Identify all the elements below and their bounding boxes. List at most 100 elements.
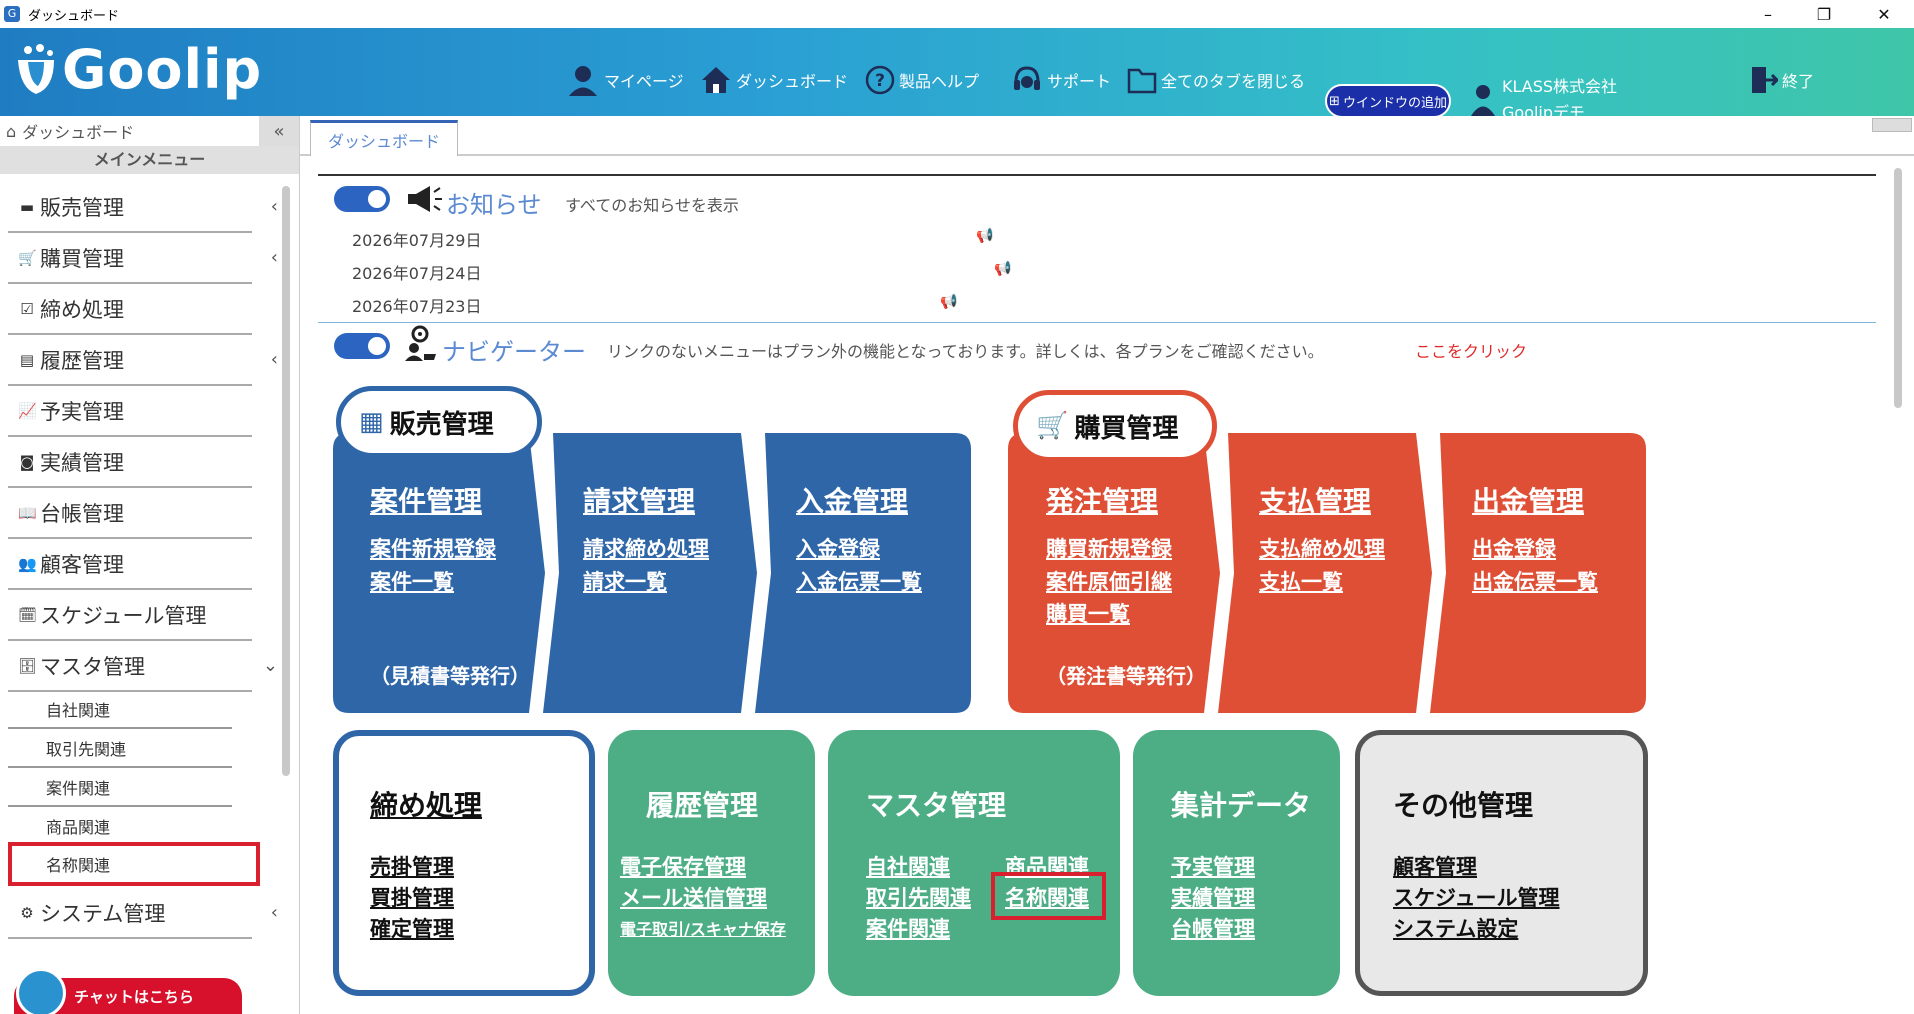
closing-title-link[interactable]: 締め処理 (370, 784, 482, 824)
sidebar-item-master[interactable]: 🗄 マスタ管理 ⌄ (8, 641, 278, 692)
mypage-link[interactable]: マイページ (566, 63, 684, 97)
notice-all-link[interactable]: すべてのお知らせを表示 (565, 192, 739, 216)
sidebar-item-schedule[interactable]: 🗓 スケジュール管理 (8, 590, 252, 641)
project-list-link[interactable]: 案件一覧 (370, 566, 454, 596)
billing-list-link[interactable]: 請求一覧 (583, 566, 667, 596)
billing-closing-link[interactable]: 請求締め処理 (583, 533, 709, 563)
goolip-logo[interactable]: Goolip (14, 38, 262, 101)
order-mgmt-link[interactable]: 発注管理 (1046, 480, 1158, 520)
sidebar-item-label: 購買管理 (40, 246, 124, 271)
notice-date[interactable]: 2026年07月24日 (352, 260, 481, 284)
billing-mgmt-link[interactable]: 請求管理 (583, 480, 695, 520)
mail-send-link[interactable]: メール送信管理 (620, 882, 767, 912)
sidebar-sub-company[interactable]: 自社関連 (8, 691, 232, 729)
notice-toggle[interactable] (334, 186, 390, 212)
master-projects-link[interactable]: 案件関連 (866, 913, 950, 943)
plan-info-link[interactable]: ここをクリック (1415, 338, 1527, 362)
navigator-toggle[interactable] (334, 333, 390, 359)
notice-title: お知らせ (446, 191, 542, 219)
payment-closing-link[interactable]: 支払締め処理 (1259, 533, 1385, 563)
master-partners-link[interactable]: 取引先関連 (866, 882, 971, 912)
history-title: 履歴管理 (646, 789, 759, 822)
e-storage-link[interactable]: 電子保存管理 (620, 851, 746, 881)
ledger-link[interactable]: 台帳管理 (1171, 913, 1255, 943)
sidebar-item-customers[interactable]: 👥 顧客管理 (8, 539, 252, 590)
tab-dashboard[interactable]: ダッシュボード (310, 120, 458, 156)
sidebar-item-label: 顧客管理 (40, 552, 124, 577)
exit-button[interactable]: 終了 (1750, 65, 1814, 95)
payment-list-link[interactable]: 支払一覧 (1259, 566, 1343, 596)
panel-minimize-button[interactable] (1872, 118, 1912, 132)
purchase-list-link[interactable]: 購買一覧 (1046, 598, 1130, 628)
sidebar-item-budget[interactable]: 📈 予実管理 (8, 386, 252, 437)
disbursement-mgmt-link[interactable]: 出金管理 (1472, 480, 1584, 520)
gear-icon: ⚙ (20, 903, 34, 922)
sidebar-item-purchase[interactable]: 🛒 購買管理 ‹ (8, 233, 278, 284)
window-title: ダッシュボード (28, 8, 120, 24)
budget-link[interactable]: 予実管理 (1171, 851, 1255, 881)
purchase-badge-label: 購買管理 (1074, 413, 1179, 444)
disbursement-entry-link[interactable]: 出金登録 (1472, 533, 1556, 563)
sidebar-item-system[interactable]: ⚙ システム管理 ‹ (8, 888, 278, 939)
new-purchase-link[interactable]: 購買新規登録 (1046, 533, 1172, 563)
sidebar-collapse-button[interactable]: « (259, 116, 299, 146)
content-scrollbar[interactable] (1894, 168, 1902, 408)
disbursement-slip-list-link[interactable]: 出金伝票一覧 (1472, 566, 1598, 596)
chart-icon: 📈 (18, 401, 37, 420)
receipt-slip-list-link[interactable]: 入金伝票一覧 (796, 566, 922, 596)
dashboard-link[interactable]: ダッシュボード (700, 65, 848, 95)
sidebar-item-results[interactable]: ◙ 実績管理 (8, 437, 252, 488)
calendar-icon: 🗓 (18, 605, 38, 624)
confirm-mgmt-link[interactable]: 確定管理 (370, 913, 454, 943)
sidebar-item-label: システム管理 (40, 901, 166, 926)
payables-link[interactable]: 買掛管理 (370, 882, 454, 912)
close-window-button[interactable]: ✕ (1856, 0, 1912, 28)
results-link[interactable]: 実績管理 (1171, 882, 1255, 912)
receipt-entry-link[interactable]: 入金登録 (796, 533, 880, 563)
mypage-label: マイページ (604, 72, 684, 91)
new-project-link[interactable]: 案件新規登録 (370, 533, 496, 563)
quote-note: （見積書等発行） (370, 664, 530, 688)
receivables-link[interactable]: 売掛管理 (370, 851, 454, 881)
add-window-button[interactable]: ⊞ ウインドウの追加 (1325, 84, 1451, 118)
cart-icon: 🛒 (1036, 411, 1069, 441)
notice-date[interactable]: 2026年07月29日 (352, 227, 481, 251)
sidebar-sub-names[interactable]: 名称関連 (8, 842, 260, 886)
chevron-left-icon: ‹ (270, 349, 278, 370)
minimize-button[interactable]: – (1740, 0, 1796, 28)
restore-button[interactable]: ❐ (1796, 0, 1852, 28)
sidebar-dashboard-link[interactable]: ⌂ ダッシュボード « (0, 116, 299, 146)
system-settings-link[interactable]: システム設定 (1393, 913, 1518, 943)
receipt-mgmt-link[interactable]: 入金管理 (796, 480, 908, 520)
schedule-link[interactable]: スケジュール管理 (1393, 882, 1560, 912)
sidebar-item-sales[interactable]: ▬ 販売管理 ‹ (8, 182, 278, 233)
cost-transfer-link[interactable]: 案件原価引継 (1046, 566, 1172, 596)
headset-icon (1014, 66, 1040, 90)
navigator-title: ナビゲーター (442, 338, 586, 366)
sidebar-sub-products[interactable]: 商品関連 (8, 808, 232, 846)
customers-link[interactable]: 顧客管理 (1393, 851, 1477, 881)
project-mgmt-link[interactable]: 案件管理 (370, 480, 482, 520)
checkbox-icon: ☑ (20, 299, 34, 318)
sidebar-item-ledger[interactable]: 📖 台帳管理 (8, 488, 252, 539)
sidebar-item-history[interactable]: ▤ 履歴管理 ‹ (8, 335, 278, 386)
e-transaction-link[interactable]: 電子取引/スキャナ保存 (620, 916, 786, 940)
home-icon (702, 67, 730, 93)
master-company-link[interactable]: 自社関連 (866, 851, 950, 881)
sidebar-scrollbar[interactable] (282, 186, 290, 776)
chevron-left-icon: ‹ (270, 196, 278, 217)
megaphone-icon: 📢 (994, 261, 1012, 277)
sidebar-item-closing[interactable]: ☑ 締め処理 (8, 284, 252, 335)
sales-badge: ▦ 販売管理 (336, 386, 542, 458)
app-header: Goolip マイページ ダッシュボード ? 製品ヘルプ サポート 全てのタブを… (0, 28, 1914, 122)
payment-mgmt-link[interactable]: 支払管理 (1259, 480, 1371, 520)
sidebar-sub-projects[interactable]: 案件関連 (8, 769, 232, 807)
sidebar-dashboard-label: ダッシュボード (22, 123, 135, 142)
notice-date[interactable]: 2026年07月23日 (352, 293, 481, 317)
support-link[interactable]: サポート (1011, 64, 1111, 96)
help-link[interactable]: ? 製品ヘルプ (865, 65, 979, 95)
chat-button[interactable]: チャットはこちら (14, 968, 242, 1014)
sidebar-sub-partners[interactable]: 取引先関連 (8, 730, 232, 768)
close-all-tabs-link[interactable]: 全てのタブを閉じる (1127, 66, 1305, 94)
megaphone-icon: 📢 (940, 294, 958, 310)
